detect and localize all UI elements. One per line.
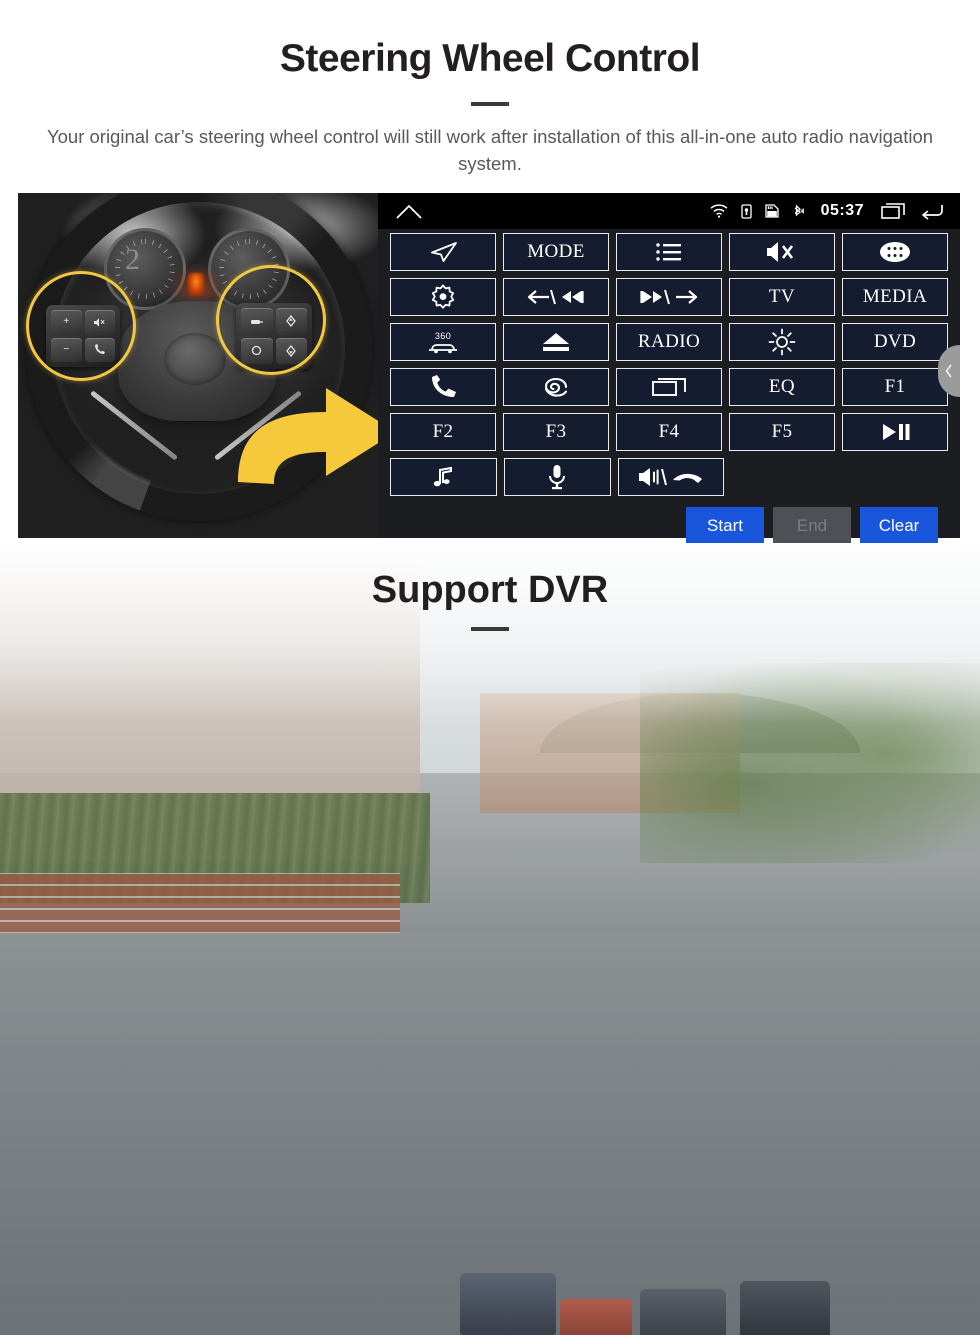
red-car bbox=[560, 1299, 632, 1335]
play-pause-icon bbox=[883, 424, 910, 440]
yellow-pointer-arrow bbox=[238, 388, 380, 484]
swc-play-pause-button[interactable] bbox=[842, 413, 948, 451]
chevron-left-icon bbox=[945, 364, 952, 378]
sd-card-icon bbox=[764, 204, 779, 218]
swc-row-5: F2 F3 F4 F5 bbox=[390, 413, 948, 451]
swc-action-row: Start End Clear bbox=[390, 503, 948, 545]
swc-radio-button[interactable]: RADIO bbox=[616, 323, 722, 361]
feature-strip: 2 + − 05:37 MODE TV MEDIA 360 RADIO DVD … bbox=[18, 193, 960, 545]
swc-eq-button[interactable]: EQ bbox=[729, 368, 835, 406]
steering-wheel-control-section: Steering Wheel Control Your original car… bbox=[0, 0, 980, 545]
swc-360-camera-button[interactable]: 360 bbox=[390, 323, 496, 361]
swc-tv-button[interactable]: TV bbox=[729, 278, 835, 316]
end-button: End bbox=[773, 507, 851, 545]
usb-lock-icon bbox=[740, 203, 752, 219]
wifi-icon bbox=[710, 204, 728, 218]
swc-row-1: MODE bbox=[390, 233, 948, 271]
head-unit-screen: 05:37 MODE TV MEDIA 360 RADIO DVD EQ F1 … bbox=[378, 193, 960, 545]
swc-mode-button[interactable]: MODE bbox=[503, 233, 609, 271]
airbag-emblem bbox=[164, 333, 226, 385]
swc-navigation-button[interactable] bbox=[390, 233, 496, 271]
clear-button[interactable]: Clear bbox=[860, 507, 938, 545]
swc-apps-button[interactable] bbox=[842, 233, 948, 271]
eject-icon bbox=[543, 333, 569, 351]
swc-power-button[interactable] bbox=[390, 278, 496, 316]
swc-row-2: TV MEDIA bbox=[390, 278, 948, 316]
swc-row-3: 360 RADIO DVD bbox=[390, 323, 948, 361]
swc-screen-button[interactable] bbox=[616, 368, 722, 406]
page-subtitle: Your original car’s steering wheel contr… bbox=[46, 125, 934, 174]
swc-swirl-button[interactable] bbox=[503, 368, 609, 406]
360-camera-icon: 360 bbox=[429, 331, 457, 354]
swc-list-button[interactable] bbox=[616, 233, 722, 271]
bluetooth-icon bbox=[794, 204, 804, 216]
title-divider bbox=[471, 101, 509, 106]
highlight-circle-right bbox=[216, 265, 326, 375]
brightness-icon bbox=[768, 328, 796, 356]
screen-window-icon bbox=[652, 378, 686, 396]
swc-mute-button[interactable] bbox=[729, 233, 835, 271]
swc-row-6 bbox=[390, 458, 948, 496]
app-drawer-icon bbox=[880, 242, 910, 262]
swc-f2-button[interactable]: F2 bbox=[390, 413, 496, 451]
android-status-bar: 05:37 bbox=[378, 193, 960, 229]
swc-music-button[interactable] bbox=[390, 458, 497, 496]
next-track-icon bbox=[640, 289, 698, 305]
swc-button-grid: MODE TV MEDIA 360 RADIO DVD EQ F1 F2 F3 … bbox=[378, 229, 960, 545]
swc-f3-button[interactable]: F3 bbox=[503, 413, 609, 451]
support-dvr-section: Support DVR (Optional function, require … bbox=[0, 543, 980, 1335]
volume-hangup-icon bbox=[638, 468, 702, 486]
swc-next-button[interactable] bbox=[616, 278, 722, 316]
swirl-icon bbox=[544, 377, 568, 397]
swc-phone-button[interactable] bbox=[390, 368, 496, 406]
svg-text:360: 360 bbox=[435, 331, 451, 341]
highlight-circle-left bbox=[26, 271, 136, 381]
black-suv-right bbox=[740, 1281, 830, 1335]
start-button[interactable]: Start bbox=[686, 507, 764, 545]
recent-apps-icon[interactable] bbox=[881, 202, 907, 220]
swc-microphone-button[interactable] bbox=[503, 458, 611, 496]
microphone-icon bbox=[549, 465, 566, 490]
section2-title: Support DVR bbox=[371, 569, 609, 611]
swc-media-button[interactable]: MEDIA bbox=[842, 278, 948, 316]
swc-f5-button[interactable]: F5 bbox=[729, 413, 835, 451]
section2-divider bbox=[471, 627, 509, 631]
swc-eject-button[interactable] bbox=[503, 323, 609, 361]
swc-f4-button[interactable]: F4 bbox=[616, 413, 722, 451]
previous-track-icon bbox=[527, 289, 584, 305]
status-bar-left bbox=[394, 202, 424, 220]
status-bar-clock: 05:37 bbox=[820, 202, 864, 219]
dark-car-center bbox=[640, 1289, 726, 1335]
swc-brightness-button[interactable] bbox=[729, 323, 835, 361]
swc-volume-hangup-button[interactable] bbox=[617, 458, 725, 496]
mute-speaker-icon bbox=[767, 242, 794, 262]
power-eye-icon bbox=[431, 284, 455, 309]
steering-wheel-photo: 2 + − bbox=[18, 193, 380, 538]
list-menu-icon bbox=[656, 243, 681, 261]
swc-previous-button[interactable] bbox=[503, 278, 609, 316]
back-arrow-icon[interactable] bbox=[920, 202, 944, 220]
swc-row-4: EQ F1 bbox=[390, 368, 948, 406]
swc-f1-button[interactable]: F1 bbox=[842, 368, 948, 406]
home-icon[interactable] bbox=[394, 202, 424, 220]
parked-suv bbox=[460, 1273, 556, 1335]
music-note-icon bbox=[434, 466, 453, 487]
navigation-arrow-icon bbox=[431, 242, 457, 262]
status-bar-right: 05:37 bbox=[710, 202, 944, 220]
swc-dvd-button[interactable]: DVD bbox=[842, 323, 948, 361]
page-title: Steering Wheel Control bbox=[279, 37, 701, 80]
phone-call-icon bbox=[432, 375, 456, 397]
